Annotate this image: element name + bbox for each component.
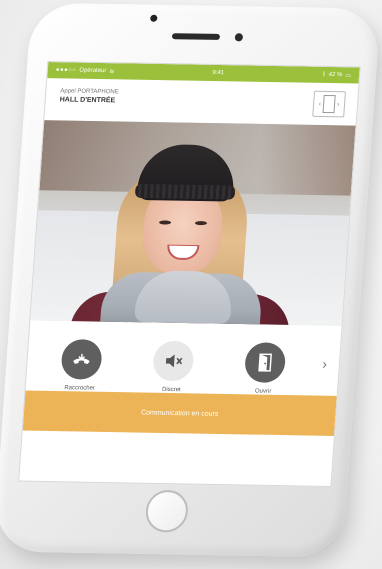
earpiece-speaker: [171, 33, 221, 40]
visitor-eye-left: [158, 220, 172, 225]
camera-frame-icon: [322, 94, 336, 114]
visitor-beanie-band: [134, 183, 236, 200]
call-controls: Raccrocher Discret Ouvrir › Communicatio…: [22, 320, 342, 436]
speaker-mute-icon[interactable]: [152, 340, 195, 382]
hangup-control[interactable]: Raccrocher: [49, 338, 112, 392]
signal-icon: ●●●○○: [55, 67, 77, 74]
chevron-right-icon: ›: [336, 100, 340, 108]
switch-camera-icon[interactable]: ‹ ›: [312, 90, 346, 118]
chevron-left-icon: ‹: [318, 100, 322, 108]
status-right: ᛒ 42 % ▭: [322, 71, 351, 79]
video-feed: [30, 120, 356, 326]
status-left: ●●●○○ Opérateur ≋: [56, 67, 115, 75]
clock: 9:41: [212, 69, 225, 77]
wifi-icon: ≋: [109, 68, 115, 75]
bluetooth-icon: ᛒ: [321, 71, 326, 78]
carrier-name: Opérateur: [79, 67, 107, 75]
chevron-right-icon[interactable]: ›: [322, 356, 328, 372]
battery-icon: ▭: [345, 72, 352, 79]
front-camera: [150, 14, 158, 22]
mute-control[interactable]: Discret: [141, 340, 204, 393]
call-status-banner: Communication en cours: [22, 390, 337, 436]
battery-percentage: 42 %: [328, 71, 343, 79]
phone-screen: ●●●○○ Opérateur ≋ 9:41 ᛒ 42 % ▭ Appel PO…: [18, 61, 361, 488]
phone-hangup-icon[interactable]: [60, 338, 103, 380]
phone-device: ●●●○○ Opérateur ≋ 9:41 ᛒ 42 % ▭ Appel PO…: [0, 2, 381, 558]
open-control[interactable]: Ouvrir: [233, 342, 296, 395]
door-open-icon[interactable]: [243, 342, 287, 383]
call-status-text: Communication en cours: [140, 409, 219, 418]
product-render: ●●●○○ Opérateur ≋ 9:41 ᛒ 42 % ▭ Appel PO…: [0, 0, 382, 569]
call-header: Appel PORTAPHONE HALL D'ENTRÉE ‹ ›: [44, 78, 358, 126]
home-button[interactable]: [144, 489, 190, 533]
proximity-sensor: [234, 33, 244, 42]
